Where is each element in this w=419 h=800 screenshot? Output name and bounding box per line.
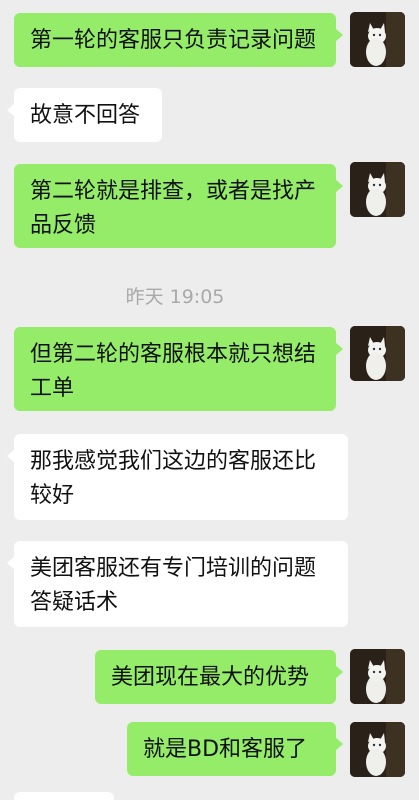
message-bubble-received[interactable]: 故意不回答 — [7, 88, 162, 142]
white-cat-avatar-icon — [350, 162, 405, 217]
white-cat-avatar-icon — [350, 326, 405, 381]
white-cat-avatar-icon — [350, 722, 405, 777]
message-bubble-sent[interactable]: 就是BD和客服了 — [127, 722, 343, 776]
chat-area[interactable]: 第一轮的客服只负责记录问题 故意不回答 第二轮就是排查，或者是找产品反馈 昨天 … — [0, 0, 419, 800]
message-bubble-sent[interactable]: 第一轮的客服只负责记录问题 — [14, 13, 343, 67]
user-avatar[interactable] — [350, 326, 405, 381]
white-cat-avatar-icon — [350, 649, 405, 704]
user-avatar[interactable] — [350, 12, 405, 67]
message-timestamp: 昨天 19:05 — [125, 286, 225, 308]
message-bubble-received[interactable]: 美团客服还有专门培训的问题答疑话术 — [7, 541, 348, 627]
message-bubble-received[interactable]: 那我感觉我们这边的客服还比较好 — [7, 434, 348, 520]
white-cat-avatar-icon — [350, 12, 405, 67]
user-avatar[interactable] — [350, 649, 405, 704]
message-bubble-sent[interactable]: 美团现在最大的优势 — [95, 650, 343, 704]
user-avatar[interactable] — [350, 722, 405, 777]
message-bubble-sent[interactable]: 第二轮就是排查，或者是找产品反馈 — [14, 164, 343, 248]
message-bubble-partial[interactable] — [14, 792, 114, 800]
message-bubble-sent[interactable]: 但第二轮的客服根本就只想结工单 — [14, 327, 343, 411]
user-avatar[interactable] — [350, 162, 405, 217]
